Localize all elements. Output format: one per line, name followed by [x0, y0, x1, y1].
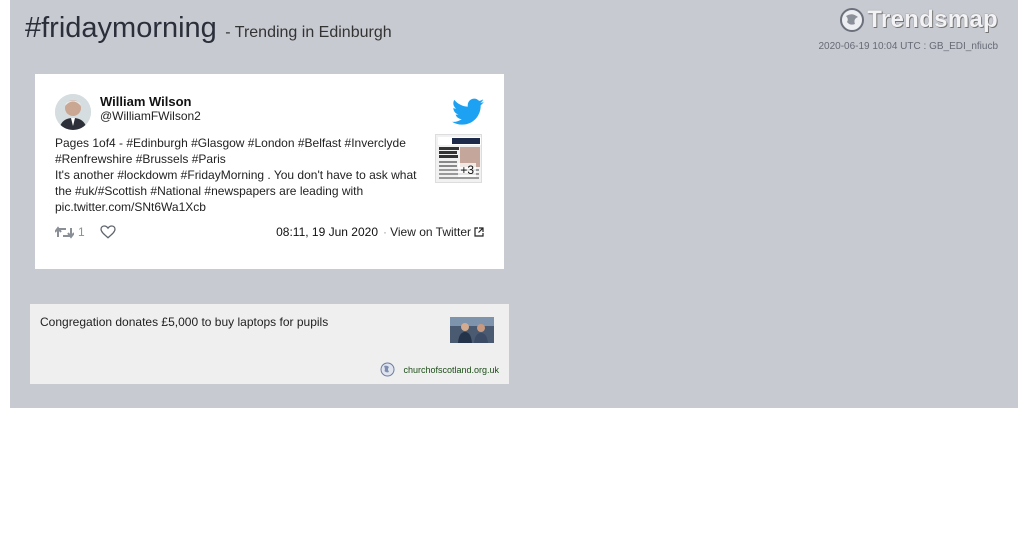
tweet-text-line: Pages 1of4 - #Edinburgh #Glasgow #London… [55, 136, 406, 150]
twitter-bird-icon[interactable] [452, 98, 484, 126]
tweet-text: Pages 1of4 - #Edinburgh #Glasgow #London… [55, 135, 420, 215]
heart-icon[interactable] [100, 225, 116, 239]
article-thumbnail[interactable] [450, 317, 494, 343]
retweet-icon[interactable] [55, 225, 74, 239]
article-title[interactable]: Congregation donates £5,000 to buy lapto… [40, 315, 328, 329]
external-link-icon [474, 227, 484, 237]
tweet-timestamp[interactable]: 08:11, 19 Jun 2020 [276, 225, 378, 239]
hashtag-title[interactable]: #fridaymorning [25, 12, 217, 44]
tweet-card: William Wilson @WilliamFWilson2 Pages 1o… [35, 74, 504, 269]
trendsmap-globe-icon [840, 8, 865, 32]
tweet-text-line: #Renfrewshire #Brussels #Paris [55, 152, 226, 166]
article-source-label: churchofscotland.org.uk [403, 364, 499, 375]
separator-dot: · [383, 225, 387, 239]
page-title: #fridaymorning - Trending in Edinburgh [25, 12, 392, 45]
tweet-link[interactable]: pic.twitter.com/SNt6Wa1Xcb [55, 199, 420, 215]
trend-location: - Trending in Edinburgh [225, 24, 392, 41]
brand-name: Trendsmap [867, 6, 998, 33]
more-media-count: +3 [458, 163, 476, 177]
tweet-actions: 1 [55, 225, 116, 239]
view-on-twitter-link[interactable]: View on Twitter [390, 225, 484, 239]
avatar[interactable] [55, 94, 91, 130]
trend-panel: #fridaymorning - Trending in Edinburgh T… [10, 0, 1018, 408]
trend-meta: 2020-06-19 10:04 UTC : GB_EDI_nfiucb [818, 41, 998, 52]
article-card[interactable]: Congregation donates £5,000 to buy lapto… [30, 304, 509, 384]
globe-icon [380, 362, 395, 377]
tweet-text-line: the #uk/#Scottish #National #newspapers … [55, 184, 364, 198]
trendsmap-logo[interactable]: Trendsmap [839, 6, 998, 34]
article-thumbnail-image [450, 317, 494, 343]
retweet-count: 1 [78, 225, 85, 239]
article-source[interactable]: churchofscotland.org.uk [380, 362, 499, 377]
avatar-photo [55, 94, 91, 130]
media-thumbnail[interactable]: +3 [435, 134, 482, 183]
view-on-twitter-label: View on Twitter [390, 225, 471, 239]
author-handle[interactable]: @WilliamFWilson2 [100, 109, 201, 123]
tweet-text-line: It's another #lockdowm #FridayMorning . … [55, 168, 417, 182]
author-name[interactable]: William Wilson [100, 94, 192, 109]
